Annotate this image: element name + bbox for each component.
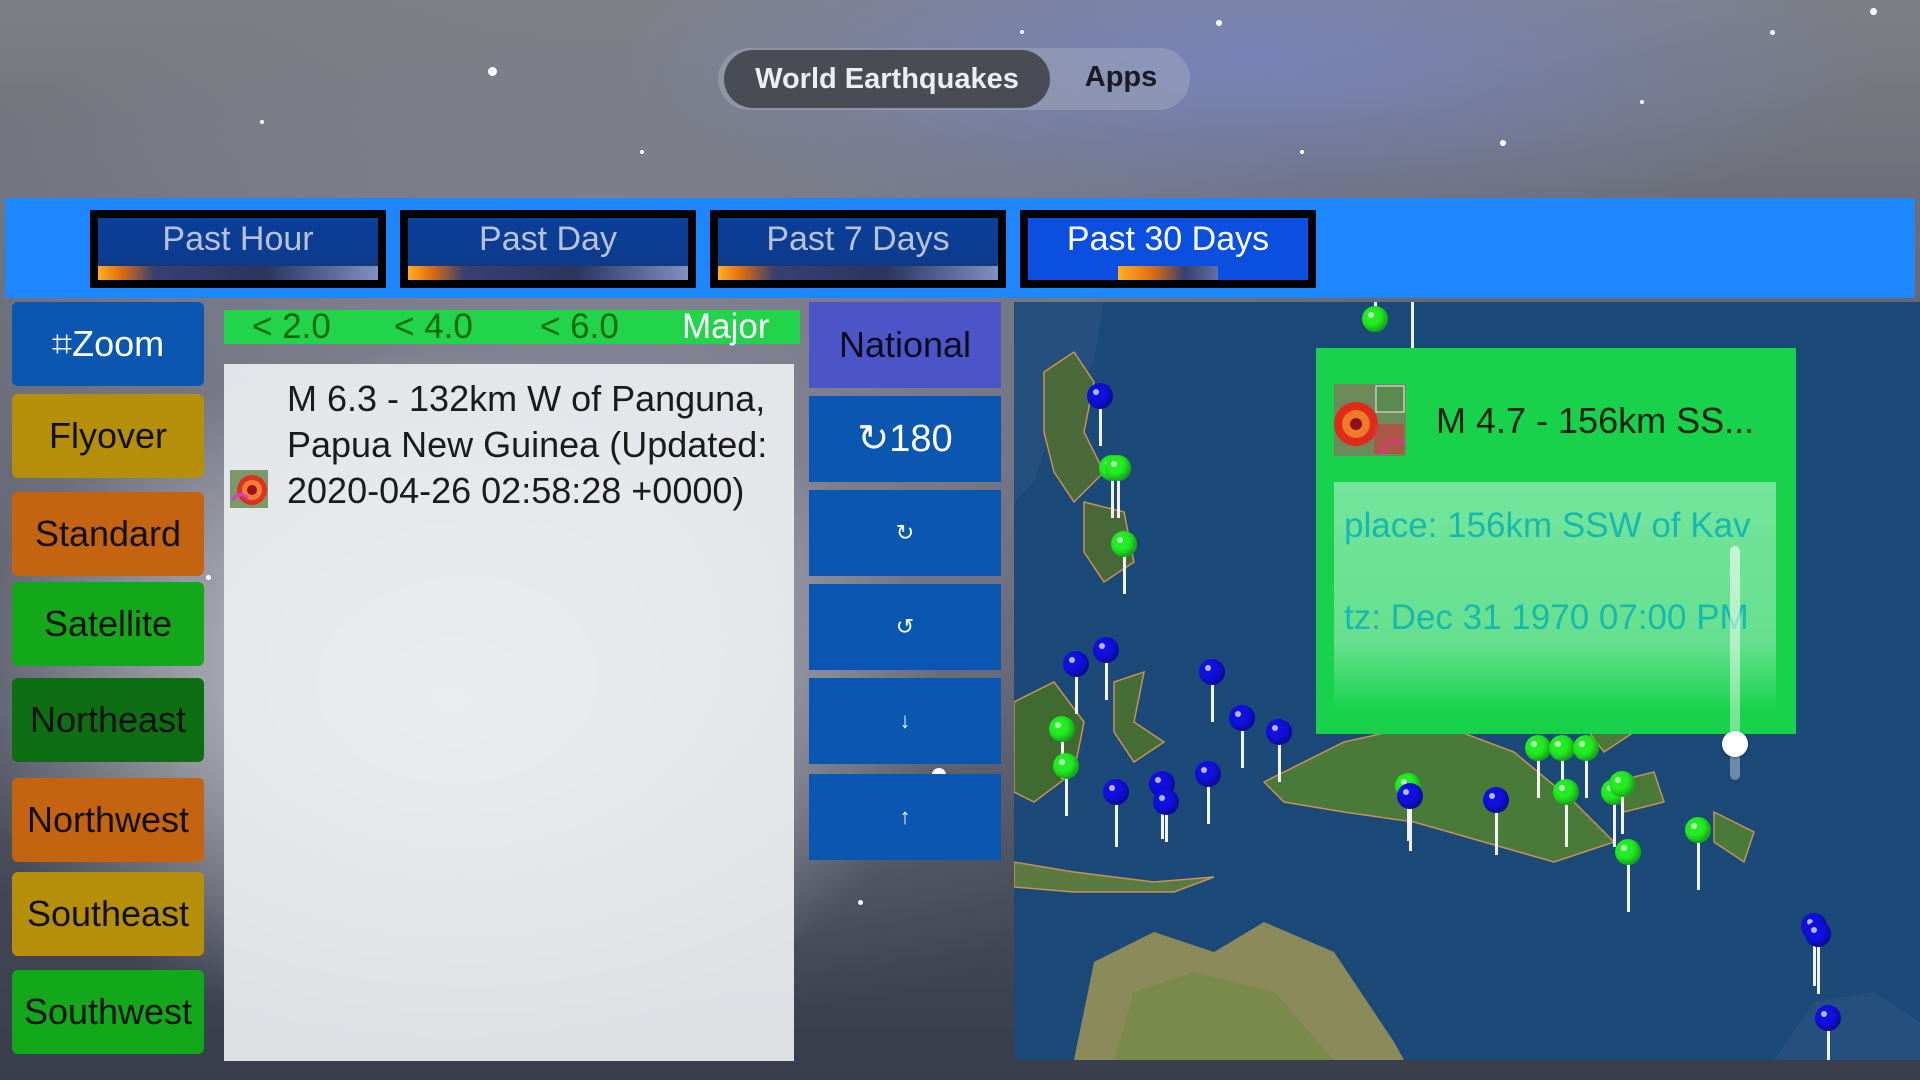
- past-30-days-button[interactable]: Past 30 Days: [1020, 210, 1316, 288]
- flare-decoration: [408, 266, 688, 280]
- rotate-counterclockwise-icon: ↺: [895, 614, 915, 639]
- rotate-clockwise-icon: ↻: [895, 520, 915, 545]
- star: [640, 150, 644, 154]
- pin-head: [1093, 637, 1119, 663]
- zoom-button[interactable]: ⌗Zoom: [12, 302, 204, 386]
- pin-head: [1063, 651, 1089, 677]
- magnitude-lt-4: < 4.0: [394, 307, 473, 346]
- rotate-180-label: ↻180: [857, 418, 953, 460]
- national-button[interactable]: National: [809, 302, 1001, 388]
- pin-head: [1549, 735, 1575, 761]
- pin-head: [1615, 839, 1641, 865]
- magnitude-lt-6: < 6.0: [540, 307, 619, 346]
- pin-head: [1609, 771, 1635, 797]
- past-7-days-button[interactable]: Past 7 Days: [710, 210, 1006, 288]
- magnitude-major: Major: [682, 307, 770, 346]
- pin-head: [1815, 1005, 1841, 1031]
- pin-head: [1362, 306, 1388, 332]
- rotate-180-button[interactable]: ↻180: [809, 396, 1001, 482]
- star: [858, 900, 863, 905]
- star: [206, 575, 211, 580]
- callout-scroll-thumb[interactable]: [1722, 731, 1748, 757]
- satellite-button[interactable]: Satellite: [12, 582, 204, 666]
- tab-apps[interactable]: Apps: [1066, 48, 1176, 106]
- storm-radar-icon: [230, 470, 268, 508]
- pin-head: [1049, 716, 1075, 742]
- arrow-down-icon: ↓: [899, 708, 911, 733]
- storm-radar-icon: [1334, 384, 1406, 456]
- pin-head: [1229, 705, 1255, 731]
- pan-up-button[interactable]: ↑: [809, 774, 1001, 860]
- northeast-button[interactable]: Northeast: [12, 678, 204, 762]
- star: [1640, 100, 1644, 104]
- tab-world-earthquakes[interactable]: World Earthquakes: [724, 50, 1050, 108]
- star: [1770, 30, 1775, 35]
- flyover-button[interactable]: Flyover: [12, 394, 204, 478]
- flare-decoration: [98, 266, 378, 280]
- flare-decoration: [718, 266, 998, 280]
- star: [1870, 8, 1877, 15]
- star: [1500, 140, 1506, 146]
- past-30-days-label: Past 30 Days: [1066, 220, 1270, 258]
- star: [1300, 150, 1304, 154]
- pin-head: [1685, 817, 1711, 843]
- quake-title: M 6.3 - 132km W of Panguna, Papua New Gu…: [287, 378, 768, 511]
- callout-tz: tz: Dec 31 1970 07:00 PM: [1344, 598, 1749, 637]
- rotate-counterclockwise-button[interactable]: ↺: [809, 584, 1001, 670]
- callout-pointer-line: [1411, 302, 1414, 350]
- pin-head: [1483, 787, 1509, 813]
- quake-callout[interactable]: M 4.7 - 156km SS... place: 156km SSW of …: [1316, 348, 1796, 734]
- pin-head: [1553, 779, 1579, 805]
- northwest-button[interactable]: Northwest: [12, 778, 204, 862]
- pin-head: [1195, 761, 1221, 787]
- past-day-button[interactable]: Past Day: [400, 210, 696, 288]
- magnitude-legend: < 2.0 < 4.0 < 6.0 Major: [224, 307, 800, 346]
- star: [1216, 20, 1222, 26]
- pin-head: [1573, 735, 1599, 761]
- flare-decoration: [1118, 266, 1218, 280]
- pin-head: [1397, 783, 1423, 809]
- standard-button[interactable]: Standard: [12, 492, 204, 576]
- pin-head: [1266, 719, 1292, 745]
- star: [488, 67, 497, 76]
- pin-head: [1805, 921, 1831, 947]
- top-nav-segmented-control: World Earthquakes Apps: [718, 48, 1190, 110]
- callout-detail: place: 156km SSW of Kav tz: Dec 31 1970 …: [1334, 482, 1776, 712]
- rotate-clockwise-button[interactable]: ↻: [809, 490, 1001, 576]
- southeast-button[interactable]: Southeast: [12, 872, 204, 956]
- past-hour-label: Past Hour: [162, 220, 314, 258]
- southwest-button[interactable]: Southwest: [12, 970, 204, 1054]
- pin-head: [1105, 455, 1131, 481]
- pin-head: [1525, 735, 1551, 761]
- pin-head: [1087, 383, 1113, 409]
- star: [260, 120, 264, 124]
- pin-head: [1153, 789, 1179, 815]
- star: [1020, 30, 1024, 34]
- quake-list: M 6.3 - 132km W of Panguna, Papua New Gu…: [224, 364, 794, 1061]
- past-7-days-label: Past 7 Days: [766, 220, 950, 258]
- callout-title: M 4.7 - 156km SS...: [1436, 400, 1755, 441]
- pin-head: [1103, 779, 1129, 805]
- pin-head: [1111, 531, 1137, 557]
- arrow-up-icon: ↑: [899, 804, 911, 829]
- pin-head: [1199, 659, 1225, 685]
- pan-down-button[interactable]: ↓: [809, 678, 1001, 764]
- pin-head: [1053, 753, 1079, 779]
- callout-place: place: 156km SSW of Kav: [1344, 506, 1751, 545]
- past-day-label: Past Day: [479, 220, 617, 258]
- past-hour-button[interactable]: Past Hour: [90, 210, 386, 288]
- magnitude-lt-2: < 2.0: [252, 307, 331, 346]
